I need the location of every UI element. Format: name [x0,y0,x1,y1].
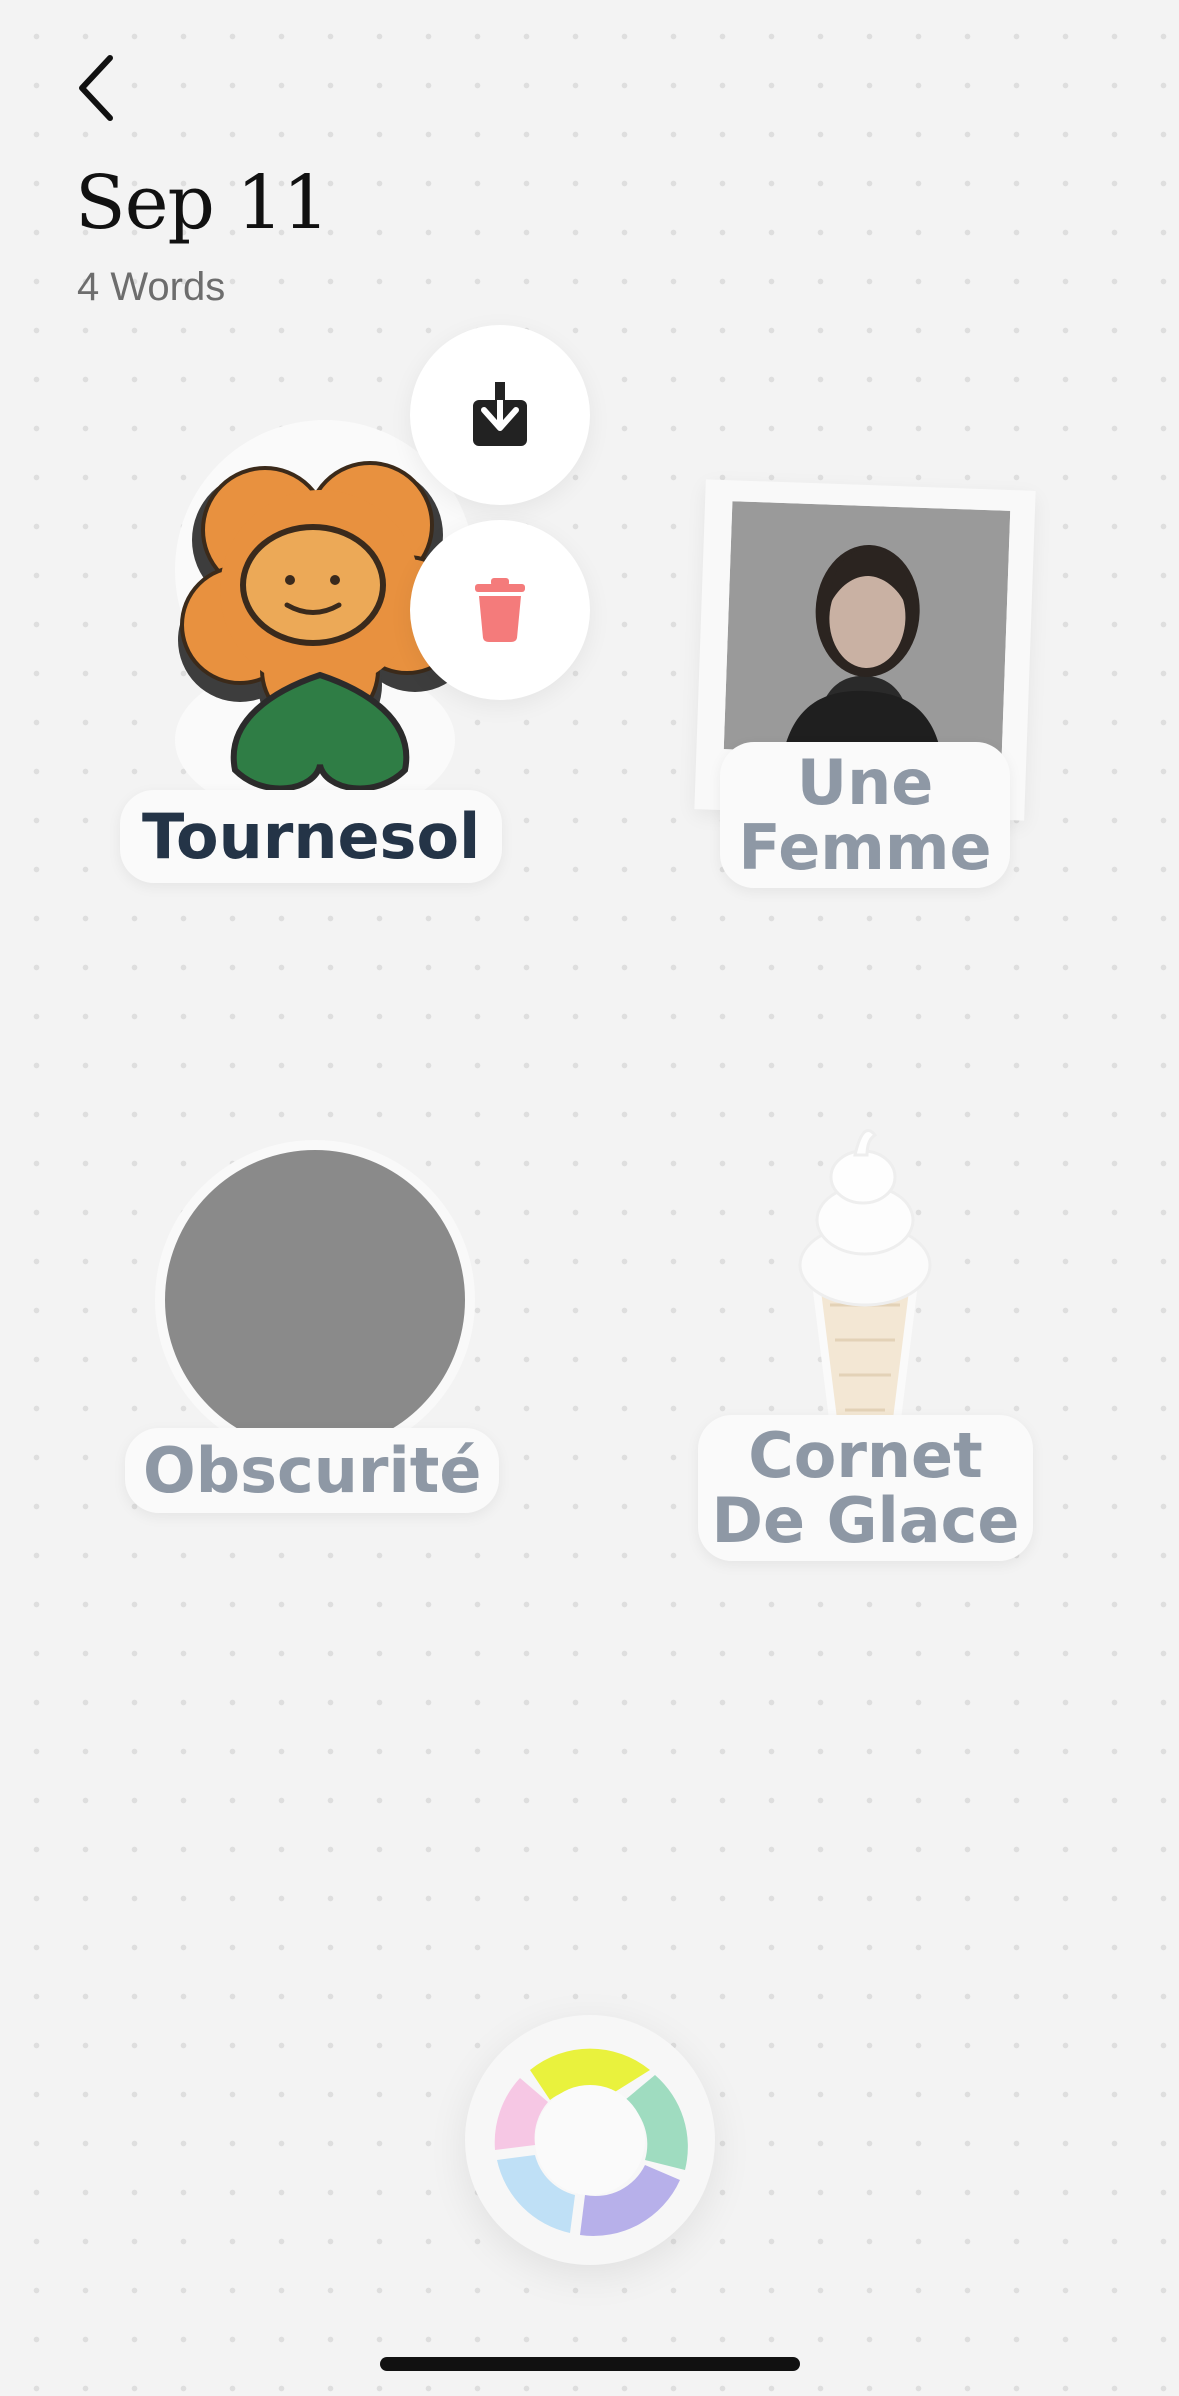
sticker-label-cornet-de-glace[interactable]: Cornet De Glace [698,1415,1033,1562]
sticker-obscurite[interactable] [155,1140,475,1460]
back-button[interactable] [62,48,132,128]
trash-icon [475,578,525,642]
ice-cream-cone-image [798,1129,932,1439]
word-count: 4 Words [77,265,226,309]
sticker-label-tournesol[interactable]: Tournesol [120,790,503,884]
delete-button[interactable] [410,520,590,700]
sticker-label-obscurite[interactable]: Obscurité [125,1428,500,1514]
home-indicator[interactable] [380,2357,800,2371]
page-title: Sep 11 [75,160,330,246]
sticker-cornet-de-glace[interactable] [775,1115,955,1439]
shutter-aperture-icon [494,2048,688,2236]
sticker-label-une-femme[interactable]: Une Femme [720,742,1010,889]
download-icon [473,382,527,446]
portrait-photo [723,501,1011,759]
portrait-image [723,501,1011,759]
chevron-left-icon [79,55,113,121]
download-button[interactable] [410,325,590,505]
capture-button[interactable] [465,2015,715,2265]
